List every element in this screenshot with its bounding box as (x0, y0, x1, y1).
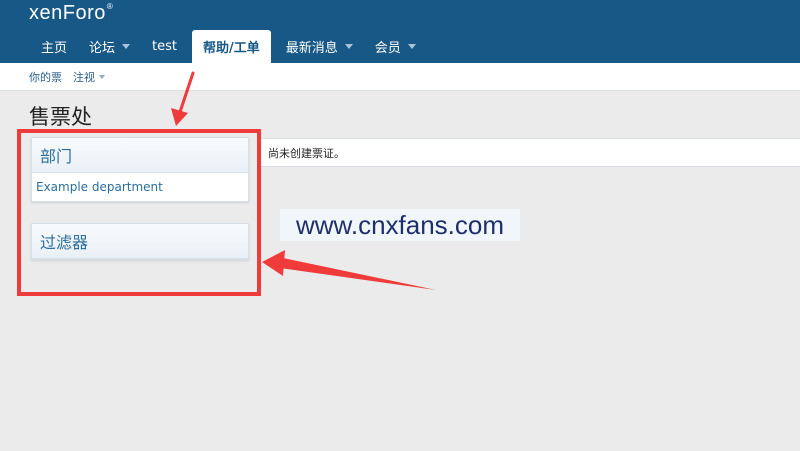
nav-tab-label: 帮助/工单 (203, 41, 260, 56)
chevron-down-icon[interactable] (99, 74, 105, 79)
departments-block-title: 部门 (32, 138, 248, 173)
filters-block: 过滤器 (31, 223, 249, 260)
subnav-label: 注视 (73, 70, 95, 84)
subnav-your-tickets[interactable]: 你的票 (29, 69, 62, 85)
nav-tab-label: 主页 (41, 41, 68, 56)
annotation-arrow-left (262, 250, 436, 290)
watermark-text: www.cnxfans.com (295, 209, 505, 240)
no-tickets-notice: 尚未创建票证。 (260, 138, 800, 167)
nav-tab-label: 最新消息 (285, 41, 338, 56)
nav-tab-home[interactable]: 主页 (30, 30, 78, 63)
departments-block-body: Example department (32, 173, 248, 201)
chevron-down-icon[interactable] (407, 44, 416, 49)
sub-nav: 你的票 注视 (0, 63, 800, 91)
logo-registered-mark: ® (106, 2, 114, 11)
nav-tab-label: 论坛 (89, 41, 116, 56)
page-title: 售票处 (29, 105, 92, 129)
subnav-label: 你的票 (29, 70, 62, 84)
logo-text: xenForo (29, 2, 106, 24)
main-nav: 主页 论坛 test 帮助/工单 最新消息 会员 (30, 30, 427, 63)
notice-text: 尚未创建票证。 (268, 146, 345, 160)
nav-tab-members[interactable]: 会员 (364, 30, 427, 63)
nav-tab-label: 会员 (374, 41, 401, 56)
nav-tab-label: test (152, 39, 177, 54)
nav-tab-forums[interactable]: 论坛 (78, 30, 141, 63)
subnav-watched[interactable]: 注视 (73, 69, 105, 85)
chevron-down-icon[interactable] (344, 44, 353, 49)
department-link[interactable]: Example department (36, 180, 163, 194)
xenforo-logo[interactable]: xenForo® (29, 2, 113, 25)
chevron-down-icon[interactable] (122, 44, 131, 49)
nav-tab-whats-new[interactable]: 最新消息 (275, 30, 364, 63)
nav-tab-help-tickets[interactable]: 帮助/工单 (192, 30, 271, 63)
site-header: xenForo® 主页 论坛 test 帮助/工单 最新消息 会员 (0, 0, 800, 63)
filters-block-title[interactable]: 过滤器 (32, 224, 248, 259)
departments-block: 部门 Example department (31, 137, 249, 202)
watermark: www.cnxfans.com (280, 209, 520, 241)
nav-tab-test[interactable]: test (141, 30, 188, 63)
